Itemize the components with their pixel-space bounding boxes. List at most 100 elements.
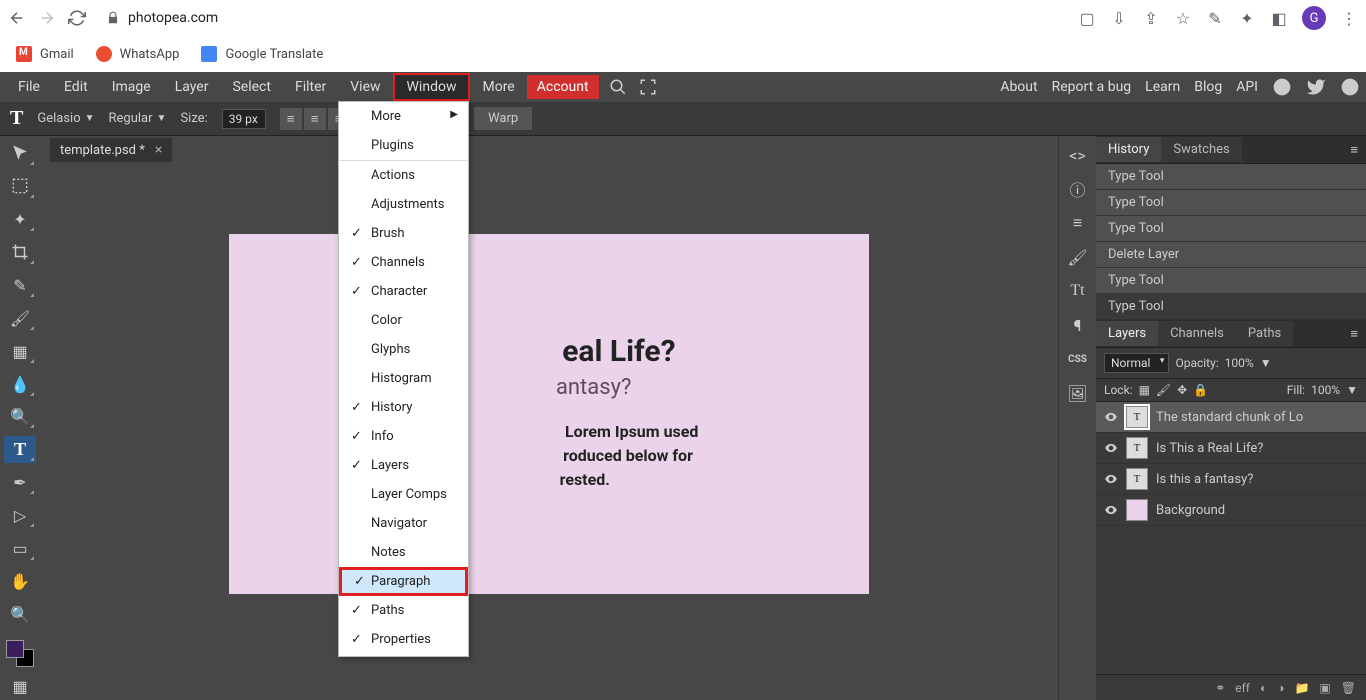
history-item[interactable]: Type Tool — [1096, 164, 1366, 190]
search-icon[interactable] — [609, 78, 627, 96]
visibility-icon[interactable] — [1104, 441, 1118, 455]
path-select-tool[interactable]: ▷ — [4, 502, 36, 529]
wand-tool[interactable]: ✦ — [4, 206, 36, 233]
blend-mode-select[interactable]: Normal — [1104, 353, 1169, 373]
reddit-icon[interactable] — [1272, 77, 1292, 97]
history-item[interactable]: Delete Layer — [1096, 242, 1366, 268]
menu-file[interactable]: File — [6, 75, 52, 99]
link-api[interactable]: API — [1236, 79, 1258, 95]
tab-history[interactable]: History — [1096, 137, 1161, 162]
bookmark-gmail[interactable]: Gmail — [16, 46, 74, 62]
marquee-tool[interactable] — [4, 173, 36, 200]
link-layers-icon[interactable]: ⚭ — [1215, 681, 1225, 695]
eyedropper-icon[interactable]: ✎ — [1206, 9, 1224, 27]
dropdown-item-histogram[interactable]: Histogram — [339, 364, 468, 393]
dropdown-item-plugins[interactable]: Plugins — [339, 131, 468, 161]
folder-icon[interactable]: 📁 — [1294, 681, 1309, 695]
menu-account[interactable]: Account — [527, 75, 599, 99]
facebook-icon[interactable] — [1340, 77, 1360, 97]
fullscreen-icon[interactable] — [639, 78, 657, 96]
history-item[interactable]: Type Tool — [1096, 268, 1366, 294]
visibility-icon[interactable] — [1104, 472, 1118, 486]
fx-icon[interactable]: eff — [1235, 681, 1250, 695]
link-learn[interactable]: Learn — [1145, 79, 1180, 95]
font-family-select[interactable]: Gelasio▼ — [37, 111, 94, 126]
rail-info-icon[interactable]: ⓘ — [1064, 176, 1092, 202]
dropdown-item-more[interactable]: More▶ — [339, 102, 468, 131]
dropdown-item-info[interactable]: ✓Info — [339, 422, 468, 451]
rail-embed-icon[interactable]: <> — [1064, 142, 1092, 168]
hand-tool[interactable]: ✋ — [4, 568, 36, 595]
canvas-viewport[interactable]: Is This a Real Life? Is this a fantasy? … — [40, 164, 1058, 700]
rail-paragraph-icon[interactable]: ¶ — [1064, 312, 1092, 338]
eyedropper-tool[interactable]: ✎ — [4, 272, 36, 299]
menu-window[interactable]: Window — [393, 73, 471, 101]
zoom-tool[interactable]: 🔍 — [4, 601, 36, 628]
menu-image[interactable]: Image — [100, 75, 163, 99]
trash-icon[interactable]: 🗑 — [1341, 681, 1356, 695]
lock-transparency-icon[interactable]: ▦ — [1139, 383, 1150, 397]
dropdown-item-layers[interactable]: ✓Layers — [339, 451, 468, 480]
dropdown-item-channels[interactable]: ✓Channels — [339, 248, 468, 277]
canvas[interactable]: Is This a Real Life? Is this a fantasy? … — [229, 234, 869, 594]
dropdown-item-properties[interactable]: ✓Properties — [339, 625, 468, 654]
link-report[interactable]: Report a bug — [1052, 79, 1132, 95]
dropdown-item-brush[interactable]: ✓Brush — [339, 219, 468, 248]
fill-value[interactable]: 100% — [1311, 383, 1340, 397]
history-item[interactable]: Type Tool — [1096, 190, 1366, 216]
color-swatches[interactable] — [6, 640, 34, 667]
quickmask-tool[interactable]: ▦ — [4, 673, 36, 700]
mask-icon[interactable]: ◐ — [1260, 681, 1267, 695]
dropdown-item-layer-comps[interactable]: Layer Comps — [339, 480, 468, 509]
back-icon[interactable] — [8, 9, 26, 27]
foreground-color[interactable] — [6, 640, 24, 658]
lock-move-icon[interactable]: ✥ — [1177, 383, 1187, 397]
link-blog[interactable]: Blog — [1194, 79, 1222, 95]
panel-menu-icon[interactable]: ≡ — [1342, 326, 1366, 342]
layer-row[interactable]: T Is This a Real Life? — [1096, 433, 1366, 464]
rail-adjust-icon[interactable]: ≡ — [1064, 210, 1092, 236]
dodge-tool[interactable]: 🔍 — [4, 404, 36, 431]
rail-character-icon[interactable]: Tt — [1064, 278, 1092, 304]
menu-view[interactable]: View — [338, 75, 392, 99]
new-layer-icon[interactable]: ▣ — [1319, 681, 1330, 695]
rail-css-icon[interactable]: CSS — [1064, 346, 1092, 372]
tab-channels[interactable]: Channels — [1158, 321, 1236, 346]
warp-button[interactable]: Warp — [474, 107, 532, 130]
crop-tool[interactable] — [4, 239, 36, 266]
history-item[interactable]: Type Tool — [1096, 216, 1366, 242]
size-input[interactable]: 39 px — [222, 109, 266, 129]
menu-more[interactable]: More — [470, 75, 526, 99]
profile-badge[interactable]: G — [1302, 6, 1326, 30]
panel-menu-icon[interactable]: ≡ — [1342, 142, 1366, 158]
url-bar[interactable]: photopea.com — [106, 10, 218, 26]
dropdown-item-paths[interactable]: ✓Paths — [339, 596, 468, 625]
menu-select[interactable]: Select — [220, 75, 282, 99]
dropdown-item-paragraph[interactable]: ✓Paragraph — [339, 567, 468, 596]
lock-all-icon[interactable]: 🔒 — [1193, 383, 1208, 397]
layer-row[interactable]: T The standard chunk of Lo — [1096, 402, 1366, 433]
layer-row[interactable]: T Is this a fantasy? — [1096, 464, 1366, 495]
move-tool[interactable] — [4, 140, 36, 167]
menu-edit[interactable]: Edit — [52, 75, 100, 99]
link-about[interactable]: About — [1000, 79, 1037, 95]
dropdown-item-glyphs[interactable]: Glyphs — [339, 335, 468, 364]
dropdown-item-adjustments[interactable]: Adjustments — [339, 190, 468, 219]
blur-tool[interactable]: 💧 — [4, 371, 36, 398]
rectangle-tool[interactable]: ▭ — [4, 535, 36, 562]
menu-filter[interactable]: Filter — [283, 75, 338, 99]
history-item[interactable]: Type Tool — [1096, 294, 1366, 320]
extensions-icon[interactable]: ✦ — [1238, 9, 1256, 27]
rail-image-icon[interactable]: 🖼 — [1064, 380, 1092, 406]
kebab-icon[interactable]: ⋮ — [1340, 9, 1358, 27]
star-icon[interactable]: ☆ — [1174, 9, 1192, 27]
close-icon[interactable]: × — [155, 142, 162, 158]
download-icon[interactable]: ⇩ — [1110, 9, 1128, 27]
reload-icon[interactable] — [68, 9, 86, 27]
layer-row[interactable]: Background — [1096, 495, 1366, 526]
visibility-icon[interactable] — [1104, 503, 1118, 517]
dropdown-item-color[interactable]: Color — [339, 306, 468, 335]
dropdown-item-character[interactable]: ✓Character — [339, 277, 468, 306]
dropdown-item-notes[interactable]: Notes — [339, 538, 468, 567]
menu-layer[interactable]: Layer — [163, 75, 221, 99]
